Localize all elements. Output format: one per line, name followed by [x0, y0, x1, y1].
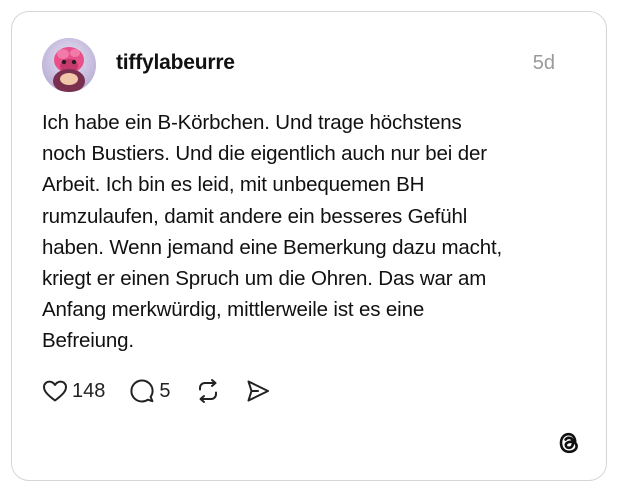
avatar-image	[42, 38, 96, 92]
like-button[interactable]: 148	[42, 379, 105, 403]
reply-bubble-icon	[129, 378, 155, 404]
share-icon	[245, 378, 271, 404]
post-card: tiffylabeurre 5d Ich habe ein B-Körbchen…	[11, 11, 607, 481]
post-body-text: Ich habe ein B-Körbchen. Und trage höchs…	[42, 111, 503, 353]
repost-button[interactable]	[195, 378, 221, 404]
threads-logo-icon	[556, 430, 582, 456]
repost-icon	[195, 378, 221, 404]
post-timestamp: 5d	[532, 52, 555, 74]
post-actions-bar: 148 5	[42, 377, 271, 405]
reply-count: 5	[159, 379, 171, 402]
share-button[interactable]	[245, 378, 271, 404]
like-count: 148	[72, 379, 106, 402]
reply-button[interactable]: 5	[129, 378, 171, 404]
avatar[interactable]	[42, 38, 96, 92]
username[interactable]: tiffylabeurre	[116, 51, 235, 75]
heart-icon	[42, 379, 68, 403]
